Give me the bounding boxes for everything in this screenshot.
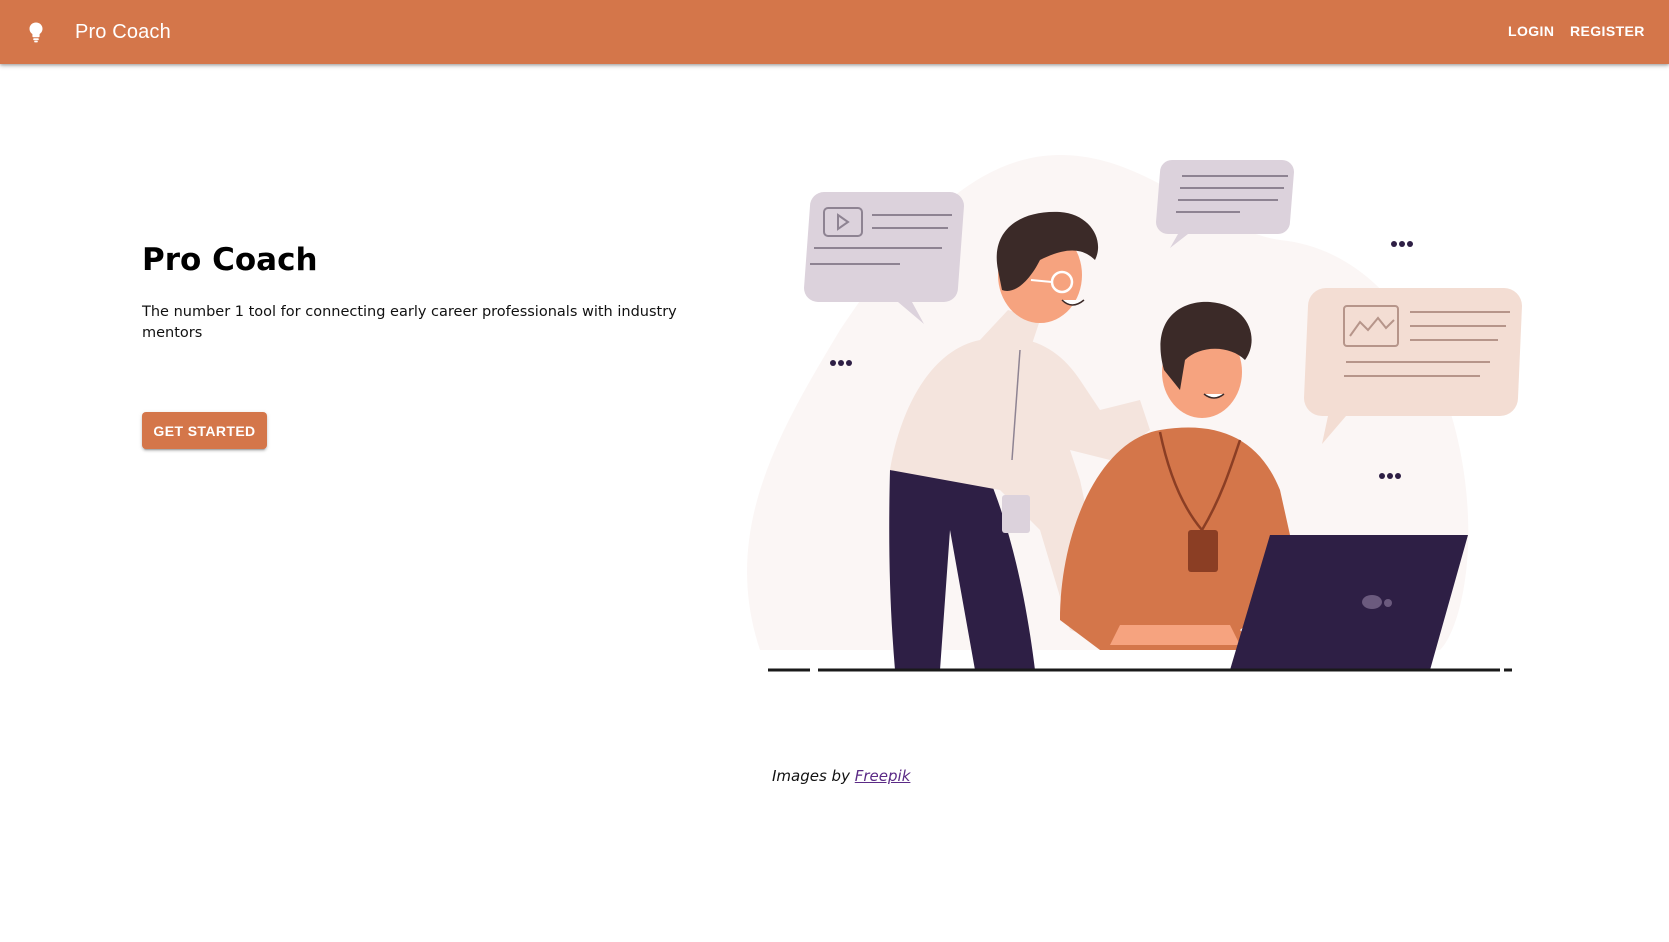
laptop-icon	[1230, 535, 1468, 670]
hero-title: Pro Coach	[142, 242, 318, 278]
get-started-button[interactable]: GET STARTED	[142, 412, 267, 449]
hero-subtitle: The number 1 tool for connecting early c…	[142, 304, 677, 341]
image-credit: Images by Freepik	[772, 765, 910, 787]
freepik-link[interactable]: Freepik	[855, 767, 911, 785]
app-bar: Pro Coach LOGIN REGISTER	[0, 0, 1669, 64]
register-button[interactable]: REGISTER	[1570, 20, 1645, 42]
two-people-mentoring-illustration	[747, 155, 1522, 672]
app-title: Pro Coach	[75, 21, 171, 43]
login-button[interactable]: LOGIN	[1508, 20, 1554, 42]
credit-prefix: Images by	[772, 767, 850, 785]
lightbulb-icon[interactable]	[24, 20, 48, 44]
